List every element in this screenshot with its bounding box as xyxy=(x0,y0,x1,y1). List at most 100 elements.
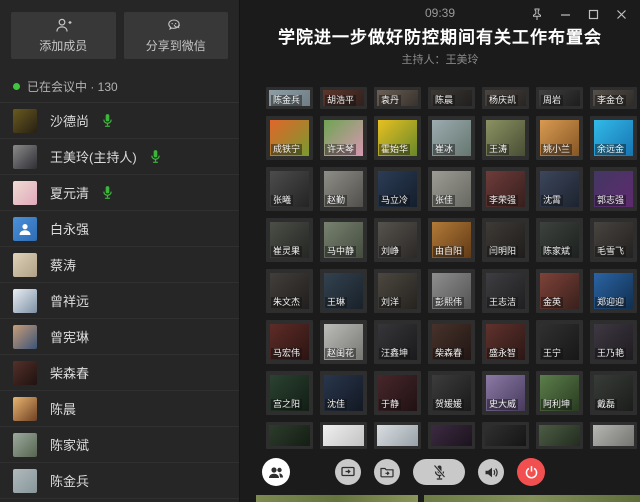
video-tile[interactable]: 杨庆凯 xyxy=(482,87,529,109)
video-tile[interactable]: 闫明阳 xyxy=(482,218,529,262)
video-tile[interactable] xyxy=(428,422,475,449)
share-file-button[interactable] xyxy=(374,459,400,485)
tile-name: 刘峥 xyxy=(379,246,401,257)
tile-name: 许天琴 xyxy=(325,144,356,155)
mute-button[interactable] xyxy=(413,459,465,485)
video-tile[interactable]: 姚小兰 xyxy=(536,116,583,160)
minimize-icon xyxy=(560,9,571,20)
video-tile[interactable] xyxy=(536,422,583,449)
speaker-button[interactable] xyxy=(478,459,504,485)
video-tile[interactable]: 周岩 xyxy=(536,87,583,109)
video-tile[interactable] xyxy=(266,422,313,449)
video-tile[interactable] xyxy=(590,422,637,449)
video-tile[interactable]: 李金仓 xyxy=(590,87,637,109)
video-tile[interactable]: 张曦 xyxy=(266,167,313,211)
avatar xyxy=(13,181,37,205)
list-item[interactable]: 陈金兵 xyxy=(0,463,239,499)
tile-name: 马宏伟 xyxy=(271,348,302,359)
video-tile[interactable]: 由自阳 xyxy=(428,218,475,262)
mic-muted-icon xyxy=(432,464,447,481)
video-tile[interactable] xyxy=(374,422,421,449)
list-item[interactable]: 沙德尚 xyxy=(0,103,239,139)
video-tile[interactable]: 汪鑫坤 xyxy=(374,320,421,364)
video-tile[interactable]: 余远金 xyxy=(590,116,637,160)
video-tile[interactable]: 彭熙伟 xyxy=(428,269,475,313)
video-tile[interactable]: 崔冰 xyxy=(428,116,475,160)
video-tile[interactable]: 王志洁 xyxy=(482,269,529,313)
list-item[interactable]: 曾祥远 xyxy=(0,283,239,319)
video-tile[interactable]: 贺媛媛 xyxy=(428,371,475,415)
video-tile[interactable]: 陈家斌 xyxy=(536,218,583,262)
video-tile[interactable]: 陈晨 xyxy=(428,87,475,109)
video-tile[interactable]: 许天琴 xyxy=(320,116,367,160)
video-thumbnail xyxy=(593,425,634,446)
video-tile[interactable]: 崔灵果 xyxy=(266,218,313,262)
video-tile[interactable]: 马宏伟 xyxy=(266,320,313,364)
pin-button[interactable] xyxy=(526,5,548,23)
video-tile[interactable] xyxy=(482,422,529,449)
tile-name: 马中静 xyxy=(325,246,356,257)
hangup-button[interactable] xyxy=(517,458,545,486)
video-tile[interactable]: 霍始华 xyxy=(374,116,421,160)
video-tile[interactable]: 胡浩平 xyxy=(320,87,367,109)
share-screen-button[interactable] xyxy=(335,459,361,485)
list-item[interactable]: 夏元清 xyxy=(0,175,239,211)
list-item[interactable]: 王美玲(主持人) xyxy=(0,139,239,175)
video-tile[interactable]: 戴磊 xyxy=(590,371,637,415)
video-thumbnail xyxy=(323,425,364,446)
tile-name: 赵闺花 xyxy=(325,348,356,359)
list-item[interactable]: 柴森春 xyxy=(0,355,239,391)
list-item[interactable]: 曾宪琳 xyxy=(0,319,239,355)
video-tile[interactable]: 盛永智 xyxy=(482,320,529,364)
video-tile[interactable]: 陈金兵 xyxy=(266,87,313,109)
list-item[interactable]: 白永强 xyxy=(0,211,239,247)
video-tile[interactable]: 沈霄 xyxy=(536,167,583,211)
video-tile[interactable]: 王涛 xyxy=(482,116,529,160)
tile-name: 由自阳 xyxy=(433,246,464,257)
video-tile[interactable]: 王宁 xyxy=(536,320,583,364)
video-tile[interactable]: 王琳 xyxy=(320,269,367,313)
video-tile[interactable]: 沈佳 xyxy=(320,371,367,415)
video-tile[interactable]: 成铁宁 xyxy=(266,116,313,160)
video-tile[interactable]: 刘峥 xyxy=(374,218,421,262)
participants-button[interactable] xyxy=(262,458,290,486)
minimize-button[interactable] xyxy=(554,5,576,23)
maximize-button[interactable] xyxy=(582,5,604,23)
video-tile[interactable]: 郑迎迎 xyxy=(590,269,637,313)
tile-name: 霍始华 xyxy=(379,144,410,155)
list-item[interactable]: 陈家斌 xyxy=(0,427,239,463)
add-member-button[interactable]: 添加成员 xyxy=(11,12,116,59)
video-tile[interactable]: 朱文杰 xyxy=(266,269,313,313)
video-tile[interactable]: 马立冷 xyxy=(374,167,421,211)
video-tile[interactable]: 王乃艳 xyxy=(590,320,637,364)
video-tile[interactable]: 阿利坤 xyxy=(536,371,583,415)
video-tile[interactable]: 赵闺花 xyxy=(320,320,367,364)
avatar xyxy=(13,433,37,457)
video-tile[interactable]: 柴森春 xyxy=(428,320,475,364)
video-tile[interactable]: 宫之阳 xyxy=(266,371,313,415)
list-item[interactable]: 蔡涛 xyxy=(0,247,239,283)
close-button[interactable] xyxy=(610,5,632,23)
video-tile[interactable]: 于静 xyxy=(374,371,421,415)
share-wechat-button[interactable]: 分享到微信 xyxy=(124,12,229,59)
video-tile[interactable]: 金英 xyxy=(536,269,583,313)
tile-name: 袁丹 xyxy=(379,95,401,106)
speaker-icon xyxy=(484,466,498,479)
video-tile[interactable]: 马中静 xyxy=(320,218,367,262)
video-tile[interactable] xyxy=(320,422,367,449)
video-tile[interactable]: 刘洋 xyxy=(374,269,421,313)
participant-name: 夏元清 xyxy=(50,183,89,202)
sidebar-actions: 添加成员 分享到微信 xyxy=(0,0,239,69)
video-tile[interactable]: 史大威 xyxy=(482,371,529,415)
video-tile[interactable]: 郭志强 xyxy=(590,167,637,211)
sidebar: 添加成员 分享到微信 已在会议中 · 130 xyxy=(0,0,240,502)
video-tile[interactable]: 李荣强 xyxy=(482,167,529,211)
video-tile[interactable]: 袁丹 xyxy=(374,87,421,109)
grid-row-partial-top: 陈金兵 胡浩平 袁丹 陈晨 xyxy=(266,87,637,109)
video-tile[interactable]: 毛雪飞 xyxy=(590,218,637,262)
video-tile[interactable]: 张佳 xyxy=(428,167,475,211)
list-item[interactable]: 陈晨 xyxy=(0,391,239,427)
tile-name: 阿利坤 xyxy=(541,399,572,410)
video-tile[interactable]: 赵勤 xyxy=(320,167,367,211)
status-text: 已在会议中 · 130 xyxy=(27,78,118,95)
